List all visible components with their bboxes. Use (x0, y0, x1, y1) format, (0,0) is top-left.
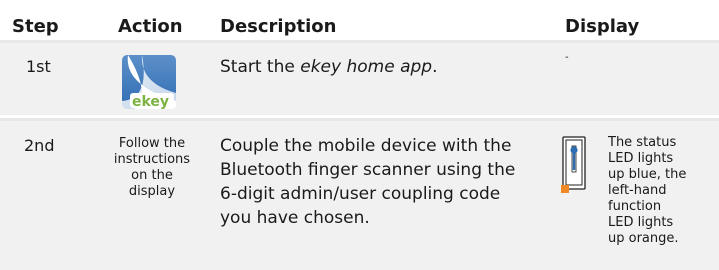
finger-scanner-icon (561, 136, 589, 198)
header-description: Description (220, 16, 337, 37)
action-cell: Follow the instructions on the display (113, 136, 191, 199)
display-cell: The status LED lights up blue, the left-… (608, 135, 687, 246)
header-display: Display (565, 16, 640, 37)
step-cell: 1st (26, 57, 51, 76)
header-action: Action (118, 16, 183, 37)
step-cell: 2nd (24, 136, 55, 155)
ekey-logo-text: ekey (132, 94, 169, 109)
table-row (0, 43, 719, 115)
header-step: Step (12, 16, 59, 37)
table-header: Step Action Description Display (0, 8, 719, 40)
description-cell: Couple the mobile device with the Blueto… (220, 136, 516, 228)
description-cell: Start the ekey home app. (220, 57, 438, 77)
ekey-app-icon: ekey (122, 55, 176, 109)
display-cell: - (565, 52, 569, 63)
